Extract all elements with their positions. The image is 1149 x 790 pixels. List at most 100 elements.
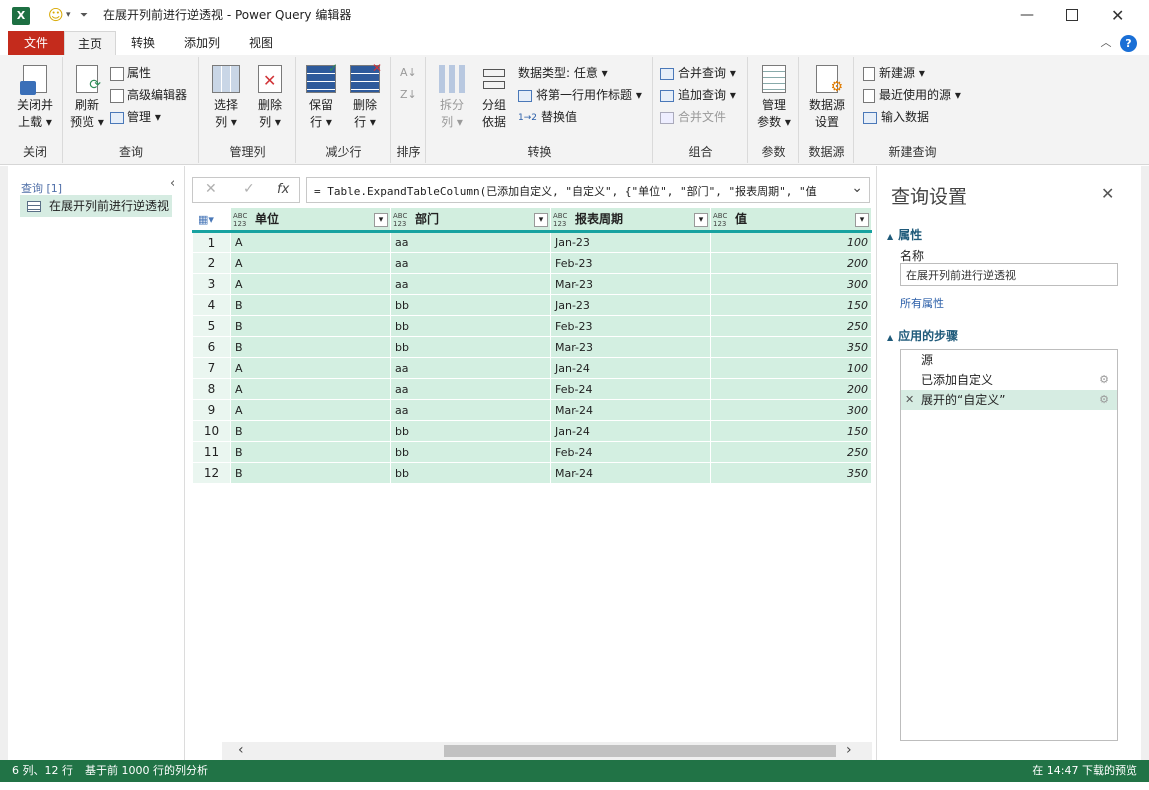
row-number[interactable]: 3 <box>192 273 231 295</box>
recent-sources-button[interactable]: 最近使用的源 ▾ <box>863 85 961 105</box>
expand-formula-icon[interactable]: ⌄ <box>847 180 863 196</box>
close-pane-icon[interactable]: ✕ <box>1101 184 1114 203</box>
properties-section[interactable]: ▲ 属性 <box>887 226 922 243</box>
table-cell[interactable]: bb <box>390 294 551 316</box>
step-item[interactable]: 已添加自定义 ⚙ <box>901 370 1117 390</box>
table-cell[interactable]: aa <box>390 252 551 274</box>
tab-add-column[interactable]: 添加列 <box>172 31 232 55</box>
properties-button[interactable]: 属性 <box>110 63 151 83</box>
row-number[interactable]: 11 <box>192 441 231 463</box>
name-input[interactable]: 在展开列前进行逆透视 <box>900 263 1118 286</box>
table-cell[interactable]: 200 <box>710 252 872 274</box>
table-row[interactable]: 9 Aaa Mar-24 300 <box>192 399 872 421</box>
step-item-selected[interactable]: ✕ 展开的“自定义” ⚙ <box>901 390 1117 410</box>
table-cell[interactable]: 250 <box>710 441 872 463</box>
row-number[interactable]: 12 <box>192 462 231 484</box>
row-number[interactable]: 9 <box>192 399 231 421</box>
table-cell[interactable]: bb <box>390 462 551 484</box>
table-cell[interactable]: Mar-23 <box>550 336 711 358</box>
collapse-pane-icon[interactable]: ‹ <box>170 176 175 191</box>
refresh-preview-button[interactable]: ⟳ 刷新 预览 ▾ <box>66 65 108 131</box>
table-row[interactable]: 7 Aaa Jan-24 100 <box>192 357 872 379</box>
column-header-unit[interactable]: ABC 123 单位 ▾ <box>230 207 391 233</box>
row-number[interactable]: 6 <box>192 336 231 358</box>
table-cell[interactable]: bb <box>390 315 551 337</box>
table-cell[interactable]: A <box>230 252 391 274</box>
maximize-icon[interactable] <box>1066 9 1078 21</box>
scroll-right-icon[interactable]: › <box>846 742 852 758</box>
table-cell[interactable]: Feb-24 <box>550 378 711 400</box>
row-number[interactable]: 4 <box>192 294 231 316</box>
table-cell[interactable]: 300 <box>710 273 872 295</box>
replace-values-button[interactable]: 1→2 替换值 <box>518 107 577 127</box>
table-row[interactable]: 12 Bbb Mar-24 350 <box>192 462 872 484</box>
advanced-editor-button[interactable]: 高级编辑器 <box>110 85 187 105</box>
table-cell[interactable]: Mar-24 <box>550 462 711 484</box>
table-cell[interactable]: aa <box>390 231 551 253</box>
table-cell[interactable]: Mar-23 <box>550 273 711 295</box>
horizontal-scrollbar[interactable]: ‹ › <box>222 742 872 760</box>
table-cell[interactable]: A <box>230 399 391 421</box>
table-cell[interactable]: Feb-23 <box>550 315 711 337</box>
manage-parameters-button[interactable]: 管理 参数 ▾ <box>751 65 797 131</box>
query-item[interactable]: 在展开列前进行逆透视 <box>20 195 172 217</box>
table-cell[interactable]: B <box>230 336 391 358</box>
table-cell[interactable]: Jan-23 <box>550 231 711 253</box>
split-column-button[interactable]: 拆分列 ▾ <box>431 65 473 131</box>
filter-dropdown-icon[interactable]: ▾ <box>374 213 388 228</box>
new-source-button[interactable]: 新建源 ▾ <box>863 63 925 83</box>
table-cell[interactable]: 200 <box>710 378 872 400</box>
table-row[interactable]: 6 Bbb Mar-23 350 <box>192 336 872 358</box>
column-header-period[interactable]: ABC 123 报表周期 ▾ <box>550 207 711 233</box>
step-item[interactable]: 源 <box>901 350 1117 370</box>
table-cell[interactable]: Feb-23 <box>550 252 711 274</box>
table-cell[interactable]: Mar-24 <box>550 399 711 421</box>
combine-files-button[interactable]: 合并文件 <box>660 107 726 127</box>
table-cell[interactable]: Jan-23 <box>550 294 711 316</box>
group-by-button[interactable]: 分组 依据 <box>473 65 515 131</box>
close-icon[interactable]: ✕ <box>1111 0 1124 31</box>
table-cell[interactable]: Jan-24 <box>550 357 711 379</box>
remove-rows-button[interactable]: ✕ 删除行 ▾ <box>343 61 387 131</box>
use-first-row-as-headers-button[interactable]: 将第一行用作标题 ▾ <box>518 85 642 105</box>
filter-dropdown-icon[interactable]: ▾ <box>534 213 548 228</box>
table-cell[interactable]: 150 <box>710 294 872 316</box>
table-cell[interactable]: aa <box>390 357 551 379</box>
scroll-thumb[interactable] <box>444 745 836 757</box>
tab-transform[interactable]: 转换 <box>120 31 166 55</box>
table-cell[interactable]: aa <box>390 378 551 400</box>
sort-ascending-icon[interactable]: A↓ <box>400 63 417 83</box>
table-cell[interactable]: B <box>230 441 391 463</box>
table-cell[interactable]: B <box>230 462 391 484</box>
table-cell[interactable]: 100 <box>710 357 872 379</box>
table-cell[interactable]: 350 <box>710 336 872 358</box>
step-settings-icon[interactable]: ⚙ <box>1099 370 1109 390</box>
scroll-left-icon[interactable]: ‹ <box>238 742 244 758</box>
row-number[interactable]: 7 <box>192 357 231 379</box>
filter-dropdown-icon[interactable]: ▾ <box>694 213 708 228</box>
all-properties-link[interactable]: 所有属性 <box>900 295 944 311</box>
merge-queries-button[interactable]: 合并查询 ▾ <box>660 63 736 83</box>
table-cell[interactable]: B <box>230 294 391 316</box>
filter-dropdown-icon[interactable]: ▾ <box>855 213 869 228</box>
help-icon[interactable]: ? <box>1120 35 1137 52</box>
row-number[interactable]: 8 <box>192 378 231 400</box>
manage-button[interactable]: 管理 ▾ <box>110 107 161 127</box>
data-type-button[interactable]: 数据类型: 任意 ▾ <box>518 63 608 83</box>
table-cell[interactable]: B <box>230 420 391 442</box>
formula-input[interactable]: = Table.ExpandTableColumn(已添加自定义, "自定义",… <box>306 177 870 203</box>
column-header-dept[interactable]: ABC 123 部门 ▾ <box>390 207 551 233</box>
table-cell[interactable]: A <box>230 273 391 295</box>
tab-home[interactable]: 主页 <box>64 31 116 55</box>
tab-view[interactable]: 视图 <box>238 31 284 55</box>
table-row[interactable]: 8 Aaa Feb-24 200 <box>192 378 872 400</box>
table-row[interactable]: 1 Aaa Jan-23 100 <box>192 231 872 253</box>
table-cell[interactable]: A <box>230 357 391 379</box>
table-cell[interactable]: 250 <box>710 315 872 337</box>
customize-qat-icon[interactable]: ⏷ <box>80 0 88 31</box>
table-cell[interactable]: bb <box>390 336 551 358</box>
choose-columns-button[interactable]: 选择列 ▾ <box>204 65 248 131</box>
minimize-icon[interactable]: — <box>1020 0 1034 31</box>
table-cell[interactable]: Jan-24 <box>550 420 711 442</box>
table-cell[interactable]: 100 <box>710 231 872 253</box>
